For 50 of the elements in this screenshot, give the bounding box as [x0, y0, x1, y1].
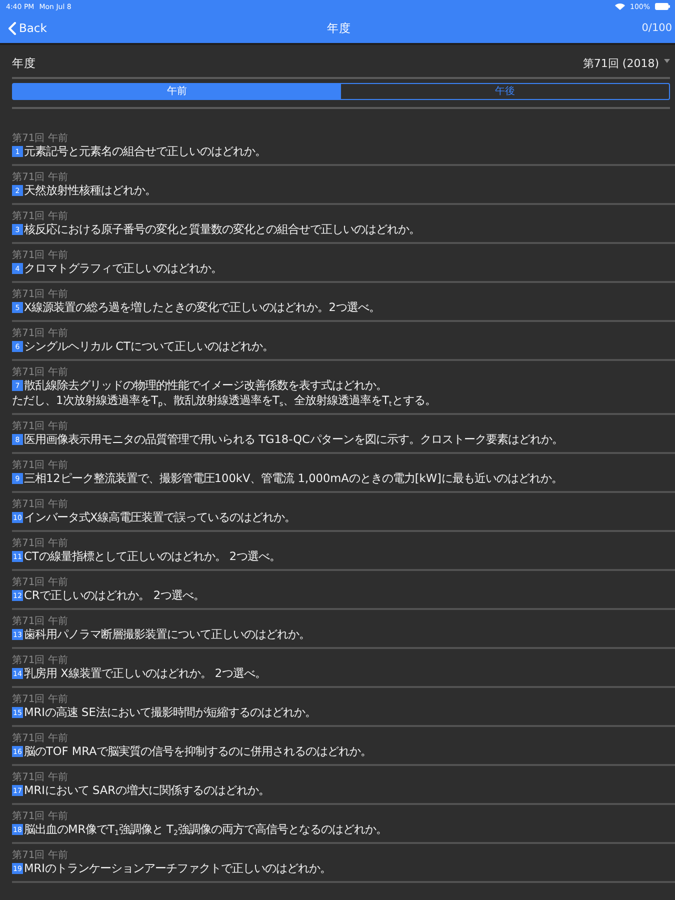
question-text[interactable]: 核反応における原子番号の変化と質量数の変化との組合せで正しいのはどれか。 — [24, 222, 420, 237]
chevron-left-icon — [8, 22, 16, 34]
question-meta: 第71回 午前 — [12, 733, 69, 744]
question-text[interactable]: CTの線量指標として正しいのはどれか。 2つ選べ。 — [24, 549, 281, 564]
question-text[interactable]: 散乱線除去グリッドの物理的性能でイメージ改善係数を表す式はどれか。 — [24, 378, 387, 393]
question-text[interactable]: X線源装置の総ろ過を増したときの変化で正しいのはどれか。2つ選べ。 — [24, 300, 380, 315]
question-text[interactable]: クロマトグラフィで正しいのはどれか。 — [24, 261, 222, 276]
filter-label: 年度 — [12, 56, 36, 70]
segment-tab[interactable]: 午前 — [13, 84, 341, 99]
question-meta: 第71回 午前 — [12, 421, 69, 432]
question-text[interactable]: 歯科用パノラマ断層撮影装置について正しいのはどれか。 — [24, 627, 310, 642]
caret-icon — [664, 59, 670, 63]
question-text[interactable]: MRIのトランケーションアーチファクトで正しいのはどれか。 — [24, 861, 331, 876]
question-meta: 第71回 午前 — [12, 133, 69, 144]
question-meta: 第71回 午前 — [12, 460, 69, 471]
question-meta: 第71回 午前 — [12, 172, 69, 183]
question-meta: 第71回 午前 — [12, 694, 69, 705]
progress-counter: 0/100 — [642, 22, 672, 34]
question-meta: 第71回 午前 — [12, 211, 69, 222]
question-meta: 第71回 午前 — [12, 289, 69, 300]
question-meta: 第71回 午前 — [12, 250, 69, 261]
question-meta: 第71回 午前 — [12, 811, 69, 822]
question-text[interactable]: MRIの高速 SE法において撮影時間が短縮するのはどれか。 — [24, 705, 316, 720]
question-note: ただし、1次放射線透過率をT$_{p}$、散乱放射線透過率をT$_{s}$、全放射線透過率をT$_{t}$とする。 — [12, 393, 437, 408]
year-dropdown[interactable]: 第71回 (2018) — [582, 54, 670, 72]
back-button[interactable]: Back — [6, 19, 49, 37]
battery-icon — [655, 3, 670, 10]
wifi-icon — [614, 3, 625, 10]
question-meta: 第71回 午前 — [12, 577, 69, 588]
question-text[interactable]: シングルヘリカル CTについて正しいのはどれか。 — [24, 339, 274, 354]
question-text[interactable]: MRIにおいて SARの増大に関係するのはどれか。 — [24, 783, 270, 798]
question-text[interactable]: 三相12ピーク整流装置で、撮影管電圧100kV、管電流 1,000mAのときの電力[kW]に最も近いのはどれか。 — [24, 471, 562, 486]
question-meta: 第71回 午前 — [12, 499, 69, 510]
question-meta: 第71回 午前 — [12, 328, 69, 339]
question-text[interactable]: CRで正しいのはどれか。 2つ選べ。 — [24, 588, 205, 603]
question-meta: 第71回 午前 — [12, 850, 69, 861]
nav-title: 年度 — [327, 20, 351, 36]
question-text[interactable]: 天然放射性核種はどれか。 — [24, 183, 156, 198]
segment-tab[interactable]: 午後 — [341, 84, 669, 99]
question-text[interactable]: 元素記号と元素名の組合せで正しいのはどれか。 — [24, 144, 266, 159]
question-meta: 第71回 午前 — [12, 616, 69, 627]
question-text[interactable]: 医用画像表示用モニタの品質管理で用いられる TG18-QCパターンを図に示す。クロストーク要素はどれか。 — [24, 432, 563, 447]
question-text[interactable]: 脳出血のMR像でT$_{1}$強調像と T$_{2}$強調像の両方で高信号となるのはどれか。 — [24, 822, 387, 837]
question-meta: 第71回 午前 — [12, 772, 69, 783]
question-text[interactable]: インバータ式X線高電圧装置で誤っているのはどれか。 — [24, 510, 296, 525]
question-text[interactable]: 乳房用 X線装置で正しいのはどれか。 2つ選べ。 — [24, 666, 266, 681]
question-text[interactable]: 脳のTOF MRAで脳実質の信号を抑制するのに併用されるのはどれか。 — [24, 744, 372, 759]
question-meta: 第71回 午前 — [12, 367, 69, 378]
question-meta: 第71回 午前 — [12, 655, 69, 666]
question-meta: 第71回 午前 — [12, 538, 69, 549]
